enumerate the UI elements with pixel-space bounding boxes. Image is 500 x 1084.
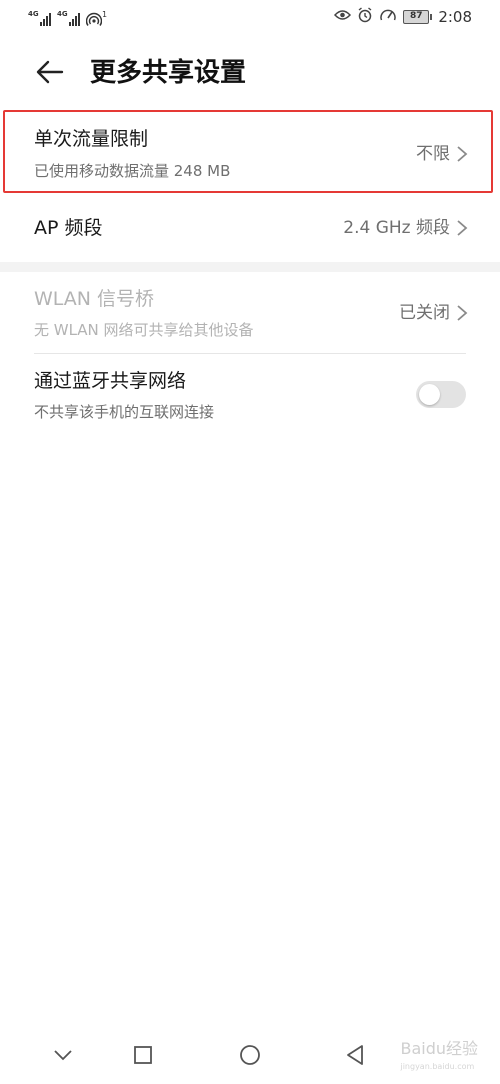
status-right: 87 2:08 xyxy=(334,7,472,27)
wlan-bridge-title: WLAN 信号桥 xyxy=(34,288,155,310)
eye-icon xyxy=(334,9,352,25)
status-left: 4G 4G 1 xyxy=(28,8,108,27)
signal-tag: 4G xyxy=(57,10,68,19)
wlan-bridge-subtitle: 无 WLAN 网络可共享给其他设备 xyxy=(34,321,254,339)
signal-tag: 4G xyxy=(28,10,39,19)
recents-icon[interactable] xyxy=(130,1042,156,1068)
wlan-bridge-value: 已关闭 xyxy=(399,303,450,323)
status-bar: 4G 4G 1 87 2:08 xyxy=(0,0,500,34)
clock: 2:08 xyxy=(438,8,472,26)
data-limit-subtitle: 已使用移动数据流量 248 MB xyxy=(34,162,231,180)
wlan-bridge-row[interactable]: WLAN 信号桥 无 WLAN 网络可共享给其他设备 已关闭 xyxy=(0,272,500,354)
home-icon[interactable] xyxy=(237,1042,263,1068)
battery-level: 87 xyxy=(403,10,430,24)
watermark-text: Baidu经验 xyxy=(400,1039,478,1058)
data-limit-row[interactable]: 单次流量限制 已使用移动数据流量 248 MB 不限 xyxy=(0,110,500,193)
watermark: Baidu经验 jingyan.baidu.com xyxy=(400,1040,478,1076)
chevron-right-icon xyxy=(457,305,468,321)
signal-icon: 4G xyxy=(28,10,51,27)
back-arrow-icon[interactable] xyxy=(34,56,66,88)
alarm-icon xyxy=(357,7,373,27)
back-icon[interactable] xyxy=(342,1042,368,1068)
ap-band-value: 2.4 GHz 频段 xyxy=(343,218,450,238)
chevron-right-icon xyxy=(457,146,468,162)
app-header: 更多共享设置 xyxy=(0,40,500,110)
hotspot-count: 1 xyxy=(102,10,108,19)
battery-icon: 87 xyxy=(403,10,433,24)
bluetooth-share-title: 通过蓝牙共享网络 xyxy=(34,370,187,392)
signal-icon: 4G xyxy=(57,10,80,27)
ap-band-title: AP 频段 xyxy=(34,217,103,239)
section-divider xyxy=(0,262,500,272)
hotspot-icon: 1 xyxy=(85,8,108,27)
data-limit-value: 不限 xyxy=(416,144,450,164)
chevron-right-icon xyxy=(457,220,468,236)
watermark-url: jingyan.baidu.com xyxy=(400,1062,475,1071)
chevron-down-icon[interactable] xyxy=(50,1042,76,1068)
speedometer-icon xyxy=(379,7,397,27)
page-title: 更多共享设置 xyxy=(90,58,247,88)
ap-band-row[interactable]: AP 频段 2.4 GHz 频段 xyxy=(0,196,500,260)
toggle-knob xyxy=(419,384,440,405)
bluetooth-share-toggle[interactable] xyxy=(416,381,466,408)
bluetooth-share-subtitle: 不共享该手机的互联网连接 xyxy=(34,403,215,421)
data-limit-title: 单次流量限制 xyxy=(34,128,149,150)
